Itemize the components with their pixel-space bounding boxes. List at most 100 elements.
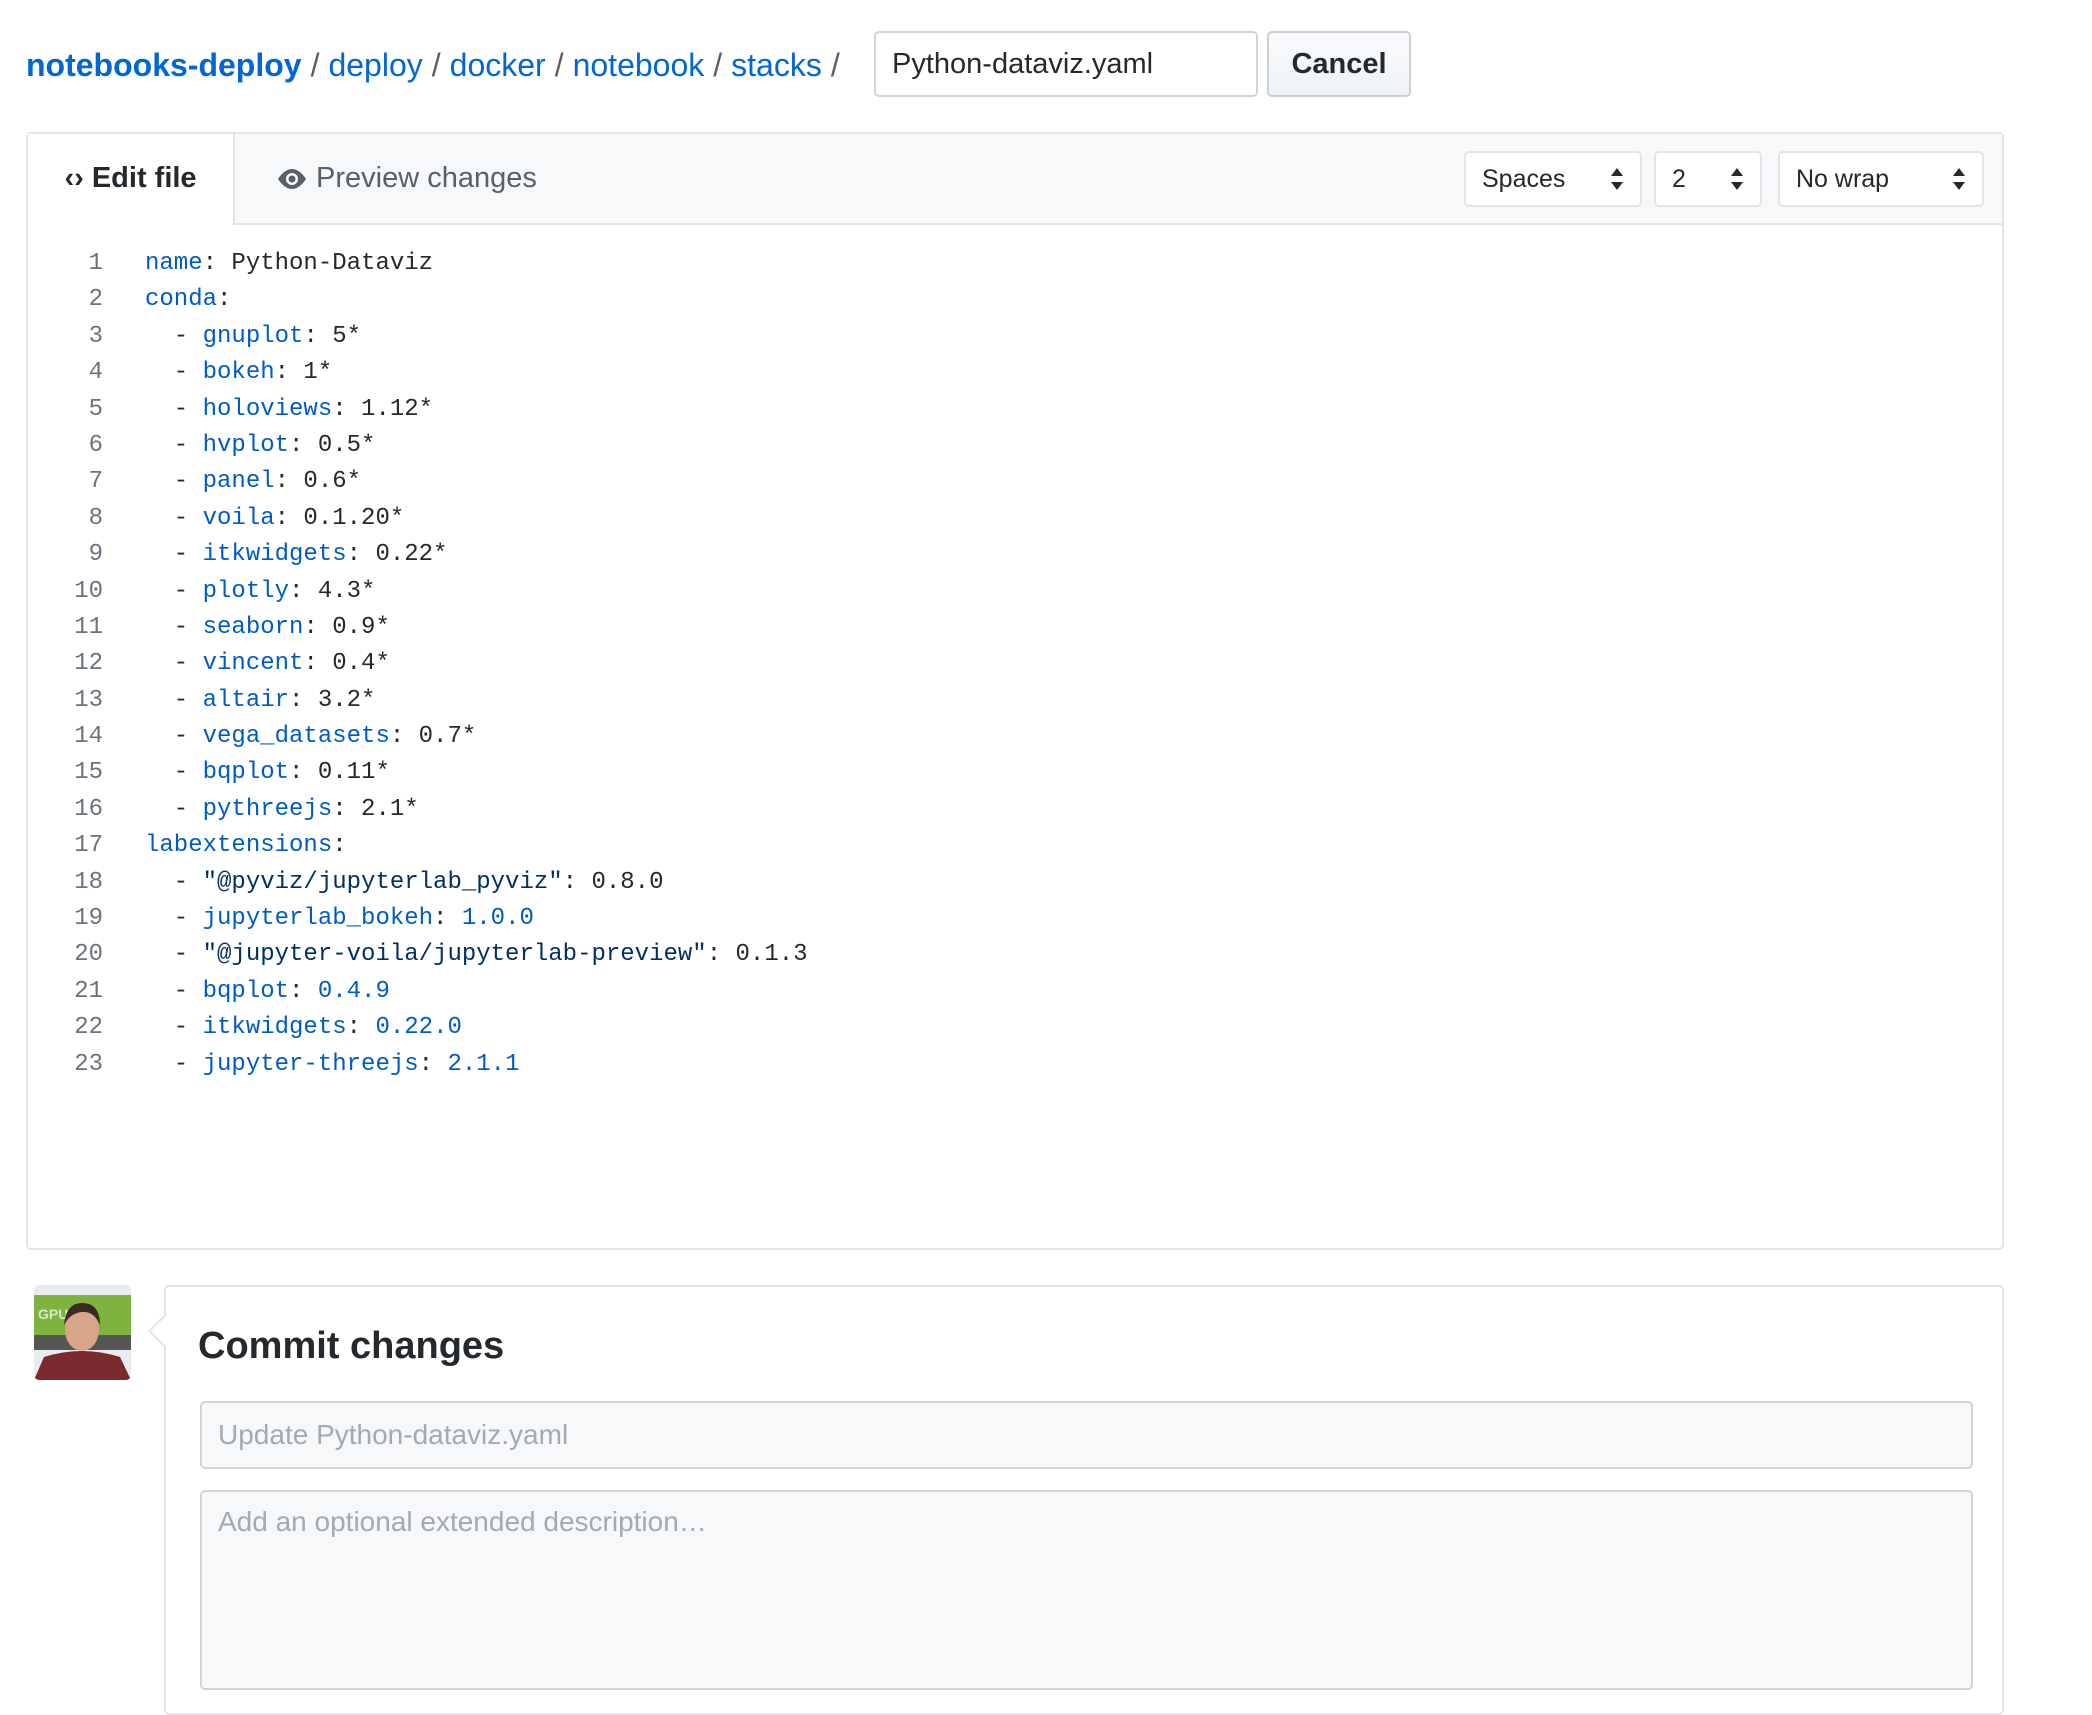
line-number: 13	[74, 686, 103, 714]
code-token: 0.22.0	[375, 1014, 462, 1042]
code-token: : 4.3*	[289, 577, 376, 605]
code-token: jupyter-threejs	[202, 1050, 419, 1078]
code-token: :	[289, 977, 318, 1005]
code-token: -	[145, 686, 203, 714]
indent-mode-value: Spaces	[1482, 165, 1566, 193]
indent-mode-select[interactable]: Spaces	[1464, 151, 1642, 207]
code-line[interactable]: 6 - hvplot: 0.5*	[28, 428, 808, 464]
line-number: 2	[88, 286, 103, 314]
code-token: : 0.4*	[303, 650, 390, 678]
code-token: -	[145, 759, 203, 787]
code-line[interactable]: 1 name: Python-Dataviz	[28, 246, 808, 282]
line-number: 7	[88, 468, 103, 496]
line-number: 4	[88, 359, 103, 387]
indent-size-select[interactable]: 2	[1654, 151, 1762, 207]
code-line[interactable]: 3 - gnuplot: 5*	[28, 319, 808, 355]
code-line[interactable]: 13 - altair: 3.2*	[28, 683, 808, 719]
breadcrumb-repo-link[interactable]: notebooks-deploy	[26, 47, 302, 83]
code-line[interactable]: 23 - jupyter-threejs: 2.1.1	[28, 1047, 808, 1083]
code-line[interactable]: 4 - bokeh: 1*	[28, 355, 808, 391]
code-token: :	[433, 905, 462, 933]
code-line[interactable]: 18 - "@pyviz/jupyterlab_pyviz": 0.8.0	[28, 865, 808, 901]
cancel-button[interactable]: Cancel	[1267, 31, 1411, 97]
code-token: -	[145, 868, 203, 896]
line-number: 14	[74, 723, 103, 751]
breadcrumb-separator: /	[713, 47, 723, 83]
code-line[interactable]: 15 - bqplot: 0.11*	[28, 755, 808, 791]
eye-icon	[278, 169, 306, 189]
code-line[interactable]: 7 - panel: 0.6*	[28, 464, 808, 500]
code-token: itkwidgets	[202, 541, 347, 569]
wrap-mode-select[interactable]: No wrap	[1778, 151, 1984, 207]
code-token: conda	[145, 286, 218, 314]
code-line[interactable]: 21 - bqplot: 0.4.9	[28, 974, 808, 1010]
tab-preview-changes[interactable]: Preview changes	[276, 134, 537, 223]
breadcrumb-link-stacks[interactable]: stacks	[731, 47, 822, 83]
code-token: -	[145, 541, 203, 569]
code-line[interactable]: 20 - "@jupyter-voila/jupyterlab-preview"…	[28, 937, 807, 973]
code-token: -	[145, 723, 203, 751]
tab-edit-file-label: Edit file	[91, 162, 197, 194]
breadcrumb: notebooks-deploy / deploy / docker / notebook /…	[26, 44, 849, 86]
code-line[interactable]: 8 - voila: 0.1.20*	[28, 501, 808, 537]
code-token: name	[145, 250, 203, 277]
code-token: 1.0.0	[461, 905, 534, 933]
code-token: "@jupyter-voila/jupyterlab-preview"	[202, 941, 707, 969]
select-arrows-icon	[1953, 168, 1965, 190]
breadcrumb-link-docker[interactable]: docker	[450, 47, 546, 83]
select-arrows-icon	[1731, 168, 1743, 190]
code-token: 2.1.1	[447, 1050, 520, 1078]
code-token: : 1.12*	[332, 395, 434, 423]
code-token: jupyterlab_bokeh	[202, 905, 434, 933]
commit-description-textarea[interactable]: Add an optional extended description…	[200, 1490, 1973, 1690]
code-line[interactable]: 19 - jupyterlab_bokeh: 1.0.0	[28, 901, 808, 937]
code-token: seaborn	[202, 613, 304, 641]
code-line[interactable]: 10 - plotly: 4.3*	[28, 574, 808, 610]
code-line[interactable]: 16 - pythreejs: 2.1*	[28, 792, 808, 828]
code-token: vincent	[202, 650, 304, 678]
tab-edit-file[interactable]: ‹› Edit file	[28, 134, 235, 225]
code-token: vega_datasets	[202, 723, 390, 751]
code-line[interactable]: 5 - holoviews: 1.12*	[28, 392, 808, 428]
code-token: voila	[202, 504, 275, 532]
code-token: hvplot	[202, 431, 290, 459]
breadcrumb-separator: /	[830, 47, 840, 83]
commit-heading: Commit changes	[198, 1325, 505, 1367]
code-line[interactable]: 12 - vincent: 0.4*	[28, 646, 808, 682]
code-token: -	[145, 941, 203, 969]
code-token: : 3.2*	[289, 686, 376, 714]
code-line[interactable]: 22 - itkwidgets: 0.22.0	[28, 1010, 808, 1046]
line-number: 3	[88, 322, 103, 350]
code-token: : 0.5*	[289, 431, 376, 459]
code-line[interactable]: 11 - seaborn: 0.9*	[28, 610, 808, 646]
line-number: 19	[74, 905, 103, 933]
code-token: labextensions	[145, 832, 333, 860]
code-token: 0.4.9	[317, 977, 390, 1005]
commit-summary-input[interactable]: Update Python-dataviz.yaml	[200, 1401, 1973, 1469]
breadcrumb-separator: /	[431, 47, 441, 83]
line-number: 9	[88, 541, 103, 569]
code-token: itkwidgets	[202, 1014, 347, 1042]
code-token: holoviews	[202, 395, 333, 423]
avatar: GPU	[34, 1285, 131, 1380]
code-token: : 0.8.0	[562, 868, 664, 896]
line-number: 8	[88, 504, 103, 532]
code-token: bokeh	[202, 359, 275, 387]
commit-form: Commit changes Update Python-dataviz.yam…	[164, 1285, 2004, 1715]
code-token: -	[145, 577, 203, 605]
code-icon: ‹›	[64, 162, 84, 194]
code-token: plotly	[202, 577, 290, 605]
code-line[interactable]: 9 - itkwidgets: 0.22*	[28, 537, 808, 573]
breadcrumb-link-deploy[interactable]: deploy	[328, 47, 422, 83]
breadcrumb-link-notebook[interactable]: notebook	[573, 47, 705, 83]
code-token: : 5*	[303, 322, 362, 350]
code-token: -	[145, 905, 203, 933]
filename-input[interactable]: Python-dataviz.yaml	[874, 31, 1258, 97]
file-editor: ‹› Edit file Preview changes Spaces 2 No…	[26, 132, 2004, 1250]
code-token: -	[145, 468, 203, 496]
indent-size-value: 2	[1672, 165, 1686, 193]
code-line[interactable]: 14 - vega_datasets: 0.7*	[28, 719, 808, 755]
code-line[interactable]: 2 conda:	[28, 282, 808, 318]
code-area[interactable]: 1 name: Python-Dataviz 2 conda: 3 - gnuplot:…	[28, 246, 808, 1083]
code-line[interactable]: 17 labextensions:	[28, 828, 808, 864]
